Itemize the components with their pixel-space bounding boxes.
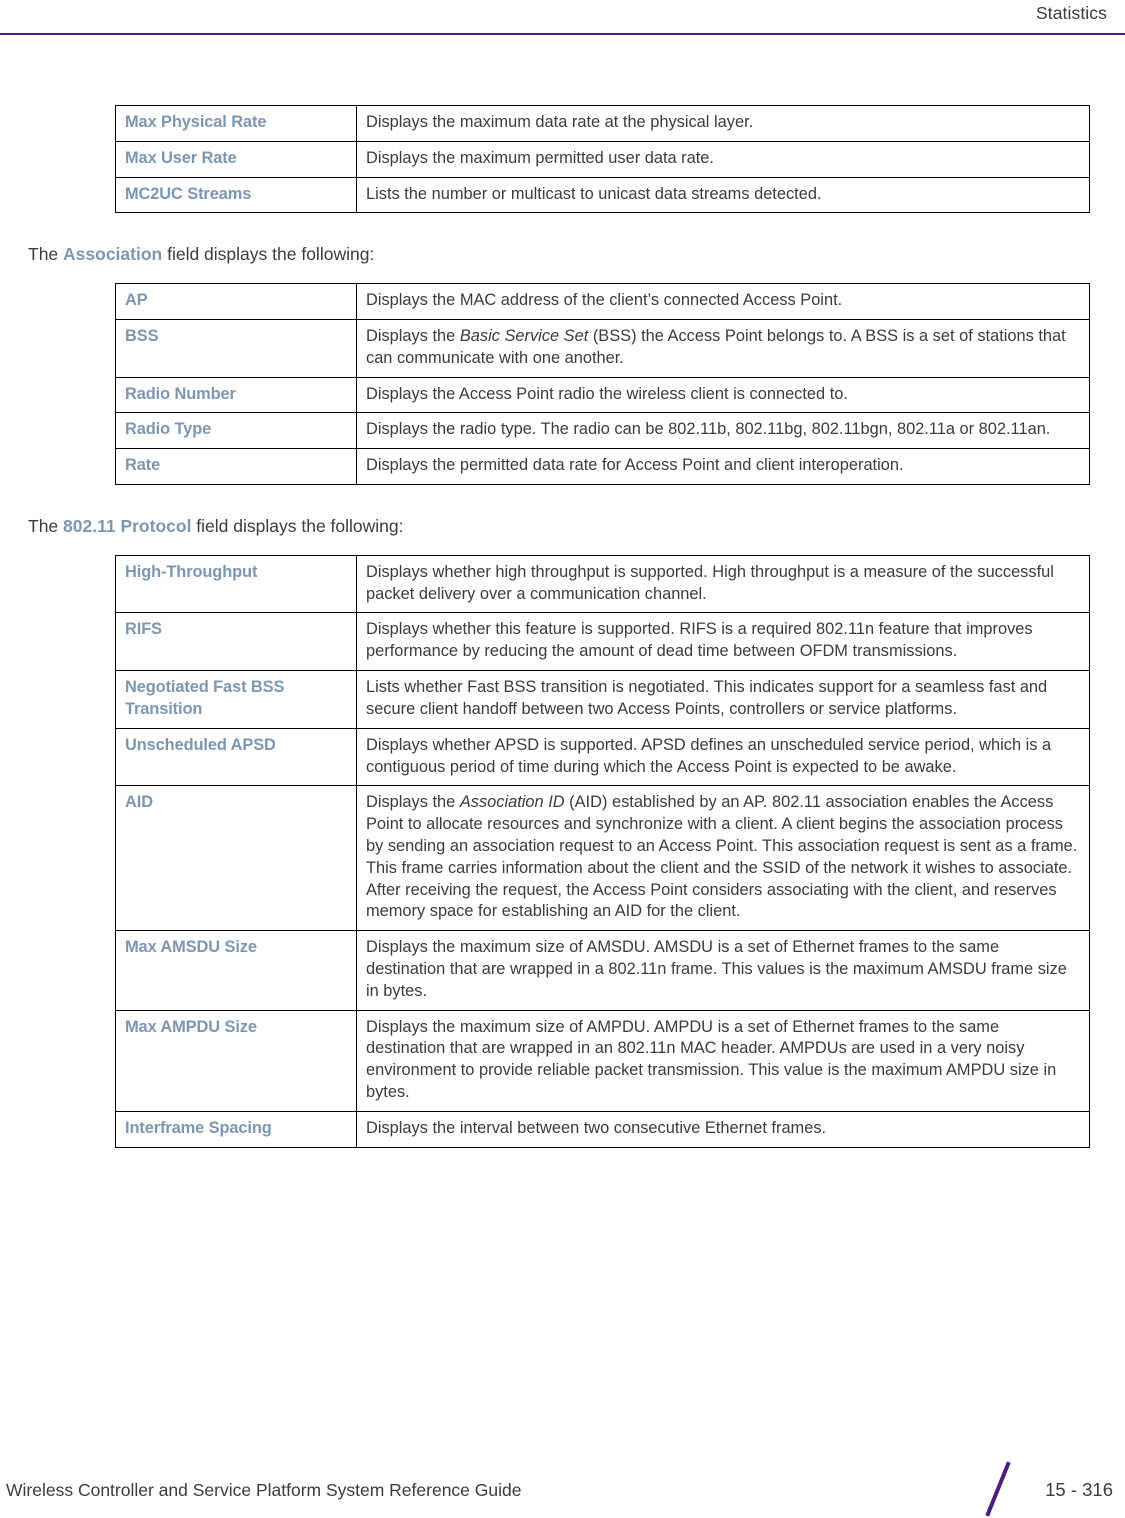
field-description-cell: Displays the Basic Service Set (BSS) the… xyxy=(356,319,1090,378)
field-label-cell: Max AMSDU Size xyxy=(115,930,357,1011)
footer-page-number: 15 - 316 xyxy=(1045,1479,1113,1500)
description-text: Displays the maximum data rate at the ph… xyxy=(366,113,754,131)
footer-guide-title: Wireless Controller and Service Platform… xyxy=(6,1480,522,1500)
table-row: BSS Displays the Basic Service Set (BSS) … xyxy=(115,319,1090,378)
protocol-table: High-Throughput Displays whether high thr… xyxy=(115,554,1090,1148)
field-reference-association: Association xyxy=(63,244,163,265)
description-text: Displays whether high throughput is supp… xyxy=(366,562,1054,603)
table-row: AP Displays the MAC address of the client… xyxy=(115,283,1090,320)
spacer-after-association-table xyxy=(0,485,1125,515)
description-text: Displays the xyxy=(366,327,460,345)
slash-decoration-icon xyxy=(979,1461,1017,1517)
rate-table: Max Physical Rate Displays the maximum da… xyxy=(115,105,1090,214)
field-description-cell: Displays the radio type. The radio can b… xyxy=(356,412,1090,450)
spacer-before-protocol-table xyxy=(0,538,1125,555)
table-row: High-Throughput Displays whether high thr… xyxy=(115,554,1090,614)
field-label-cell: RIFS xyxy=(115,612,357,672)
description-text: Displays the radio type. The radio can b… xyxy=(366,420,1051,439)
field-description-cell: Displays whether this feature is support… xyxy=(356,612,1090,672)
table-row: Radio Type Displays the radio type. The r… xyxy=(115,412,1090,450)
field-description-cell: Displays the MAC address of the client’s… xyxy=(356,283,1090,320)
spacer-before-association-table xyxy=(0,266,1125,283)
field-label-cell: AP xyxy=(115,283,357,320)
field-reference-protocol: 802.11 Protocol xyxy=(63,516,192,537)
association-table-body: AP Displays the MAC address of the client… xyxy=(115,283,1090,486)
field-label-cell: Negotiated Fast BSS Transition xyxy=(115,670,357,729)
table-row: RIFS Displays whether this feature is sup… xyxy=(115,612,1090,672)
page-footer: Wireless Controller and Service Platform… xyxy=(0,1438,1125,1518)
description-text: Lists the number or multicast to unicast… xyxy=(366,184,822,203)
table-row: Rate Displays the permitted data rate for… xyxy=(115,448,1090,486)
protocol-table-body: High-Throughput Displays whether high thr… xyxy=(115,554,1090,1148)
field-label-cell: Radio Number xyxy=(115,376,357,414)
field-description-cell: Displays the maximum size of AMPDU. AMPD… xyxy=(356,1009,1090,1112)
description-text: Displays the MAC address of the client’s… xyxy=(366,291,843,310)
field-description-cell: Displays the maximum size of AMSDU. AMSD… xyxy=(356,930,1090,1011)
association-table: AP Displays the MAC address of the client… xyxy=(115,283,1090,486)
table-row: Negotiated Fast BSS Transition Lists whet… xyxy=(115,670,1090,729)
lead-prefix: The xyxy=(28,516,64,537)
field-label-cell: Unscheduled APSD xyxy=(115,727,357,787)
field-label-cell: Max Physical Rate xyxy=(115,105,357,142)
spacer-top xyxy=(0,36,1125,105)
protocol-lead-paragraph: The 802.11 Protocol field displays the f… xyxy=(28,515,1125,538)
lead-suffix: field displays the following: xyxy=(162,244,375,265)
table-row: Unscheduled APSD Displays whether APSD is… xyxy=(115,727,1090,787)
description-text: Displays whether this feature is support… xyxy=(366,620,1033,661)
slash-line xyxy=(985,1461,1011,1517)
field-description-cell: Lists whether Fast BSS transition is neg… xyxy=(356,670,1090,729)
page-content: Max Physical Rate Displays the maximum da… xyxy=(0,36,1125,1148)
table-row: Interframe Spacing Displays the interval … xyxy=(115,1110,1090,1148)
table-row: Radio Number Displays the Access Point ra… xyxy=(115,376,1090,414)
field-label-cell: BSS xyxy=(115,319,357,378)
description-text: Displays whether APSD is supported. APSD… xyxy=(366,735,1052,776)
document-page: Statistics Max Physical Rate Displays the… xyxy=(0,0,1125,1518)
table-row: MC2UC Streams Lists the number or multica… xyxy=(115,176,1090,214)
field-description-cell: Displays the maximum data rate at the ph… xyxy=(356,105,1090,142)
table-row: Max Physical Rate Displays the maximum da… xyxy=(115,105,1090,142)
description-text: Displays the maximum permitted user data… xyxy=(366,148,714,167)
lead-suffix: field displays the following: xyxy=(191,516,404,537)
protocol-table-block: High-Throughput Displays whether high thr… xyxy=(0,554,1125,1148)
field-label-cell: High-Throughput xyxy=(115,554,357,614)
table-row: Max AMSDU Size Displays the maximum size … xyxy=(115,930,1090,1011)
field-description-cell: Displays the maximum permitted user data… xyxy=(356,140,1090,178)
header-chapter-title: Statistics xyxy=(1035,3,1107,23)
field-description-cell: Displays the permitted data rate for Acc… xyxy=(356,448,1090,486)
spacer-after-rate-table xyxy=(0,213,1125,243)
association-lead-paragraph: The Association field displays the follo… xyxy=(28,243,1125,266)
rate-table-body: Max Physical Rate Displays the maximum da… xyxy=(115,105,1090,214)
table-row: AID Displays the Association ID (AID) est… xyxy=(115,785,1090,932)
field-label-cell: Rate xyxy=(115,448,357,486)
table-row: Max User Rate Displays the maximum permit… xyxy=(115,140,1090,178)
description-text: Lists whether Fast BSS transition is neg… xyxy=(366,678,1048,718)
page-header: Statistics xyxy=(0,0,1125,36)
field-label-cell: MC2UC Streams xyxy=(115,176,357,214)
field-description-cell: Displays the interval between two consec… xyxy=(356,1110,1090,1148)
description-text: Displays the Access Point radio the wire… xyxy=(366,384,848,403)
emphasized-term: Basic Service Set xyxy=(459,327,589,345)
emphasized-term: Association ID xyxy=(459,793,565,812)
description-text: Displays the maximum size of AMPDU. AMPD… xyxy=(366,1017,1057,1102)
lead-prefix: The xyxy=(28,244,64,265)
description-text: Displays the permitted data rate for Acc… xyxy=(366,456,904,475)
description-text: Displays the maximum size of AMSDU. AMSD… xyxy=(366,938,1067,1000)
field-label-cell: Radio Type xyxy=(115,412,357,450)
field-label-cell: Max AMPDU Size xyxy=(115,1009,357,1112)
table-row: Max AMPDU Size Displays the maximum size … xyxy=(115,1009,1090,1112)
field-label-cell: Max User Rate xyxy=(115,140,357,178)
field-label-cell: AID xyxy=(115,785,357,932)
field-description-cell: Displays whether APSD is supported. APSD… xyxy=(356,727,1090,787)
field-label-cell: Interframe Spacing xyxy=(115,1110,357,1148)
association-table-block: AP Displays the MAC address of the client… xyxy=(0,283,1125,486)
field-description-cell: Displays the Association ID (AID) establ… xyxy=(356,785,1090,932)
field-description-cell: Displays whether high throughput is supp… xyxy=(356,554,1090,614)
description-text: Displays the xyxy=(366,793,460,812)
description-text: Displays the interval between two consec… xyxy=(366,1118,827,1137)
header-rule-divider xyxy=(0,33,1125,35)
field-description-cell: Lists the number or multicast to unicast… xyxy=(356,176,1090,214)
rate-table-block: Max Physical Rate Displays the maximum da… xyxy=(0,105,1125,214)
description-text: (AID) established by an AP. 802.11 assoc… xyxy=(366,793,1078,921)
field-description-cell: Displays the Access Point radio the wire… xyxy=(356,376,1090,414)
